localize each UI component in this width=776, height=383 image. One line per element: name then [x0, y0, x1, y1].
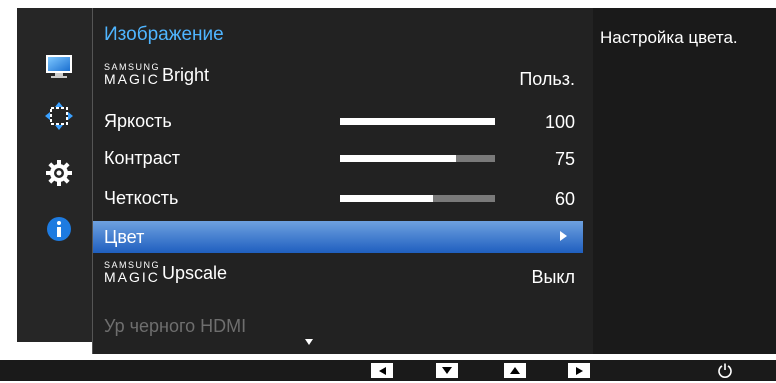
monitor-icon[interactable] [44, 52, 74, 82]
menu-item-contrast[interactable]: Контраст 75 [93, 140, 585, 176]
menu-item-brightness[interactable]: Яркость 100 [93, 103, 585, 139]
brightness-value: 100 [544, 112, 575, 132]
key-guide-bar [0, 360, 776, 381]
contrast-slider[interactable] [340, 155, 495, 162]
menu-item-magic-bright[interactable]: SAMSUNG MAGIC Bright Польз. [93, 60, 585, 96]
osd-screen: Изображение SAMSUNG MAGIC Bright Польз. … [0, 0, 776, 381]
menu-item-sharpness[interactable]: Четкость 60 [93, 180, 585, 216]
power-icon[interactable] [717, 362, 733, 378]
submenu-arrow-icon [560, 231, 567, 241]
category-sidebar [17, 8, 97, 342]
sharpness-slider[interactable] [340, 195, 495, 202]
menu-item-magic-upscale[interactable]: SAMSUNG MAGIC Upscale Выкл [93, 258, 585, 294]
magic-upscale-label: SAMSUNG MAGIC Upscale [104, 261, 228, 285]
magic-wordmark: MAGIC [104, 269, 160, 285]
scroll-down-icon [305, 339, 313, 345]
magic-upscale-name: Upscale [162, 263, 228, 283]
left-arrow-key[interactable] [371, 363, 393, 378]
right-arrow-key[interactable] [568, 363, 590, 378]
sharpness-slider-fill [340, 195, 433, 202]
magic-bright-name: Bright [162, 65, 210, 85]
up-arrow-key[interactable] [504, 363, 526, 378]
brightness-slider[interactable] [340, 118, 495, 125]
sharpness-value: 60 [554, 189, 575, 209]
magic-upscale-value: Выкл [531, 267, 575, 287]
brightness-slider-fill [340, 118, 495, 125]
color-label: Цвет [104, 227, 145, 247]
right-arrow-icon [575, 366, 583, 375]
hdmi-black-level-label: Ур черного HDMI [104, 316, 247, 336]
info-icon[interactable] [44, 214, 74, 244]
magic-bright-label: SAMSUNG MAGIC Bright [104, 63, 210, 87]
magic-wordmark: MAGIC [104, 71, 160, 87]
magic-bright-value: Польз. [519, 69, 575, 89]
left-arrow-icon [378, 366, 386, 375]
menu-item-color[interactable]: Цвет [93, 221, 583, 253]
contrast-label: Контраст [104, 148, 180, 168]
sharpness-label: Четкость [104, 188, 179, 208]
contrast-slider-fill [340, 155, 457, 162]
gear-icon[interactable] [44, 158, 74, 188]
help-text: Настройка цвета. [600, 28, 738, 47]
contrast-value: 75 [554, 149, 575, 169]
picture-menu-panel: Изображение SAMSUNG MAGIC Bright Польз. … [92, 8, 595, 354]
brightness-label: Яркость [104, 111, 172, 131]
menu-title: Изображение [104, 24, 224, 45]
down-arrow-icon [442, 367, 452, 374]
help-panel: Настройка цвета. [593, 8, 776, 354]
menu-item-hdmi-black-level: Ур черного HDMI [93, 308, 585, 344]
move-arrows-icon[interactable] [44, 101, 74, 131]
down-arrow-key[interactable] [436, 363, 458, 378]
up-arrow-icon [510, 367, 520, 374]
